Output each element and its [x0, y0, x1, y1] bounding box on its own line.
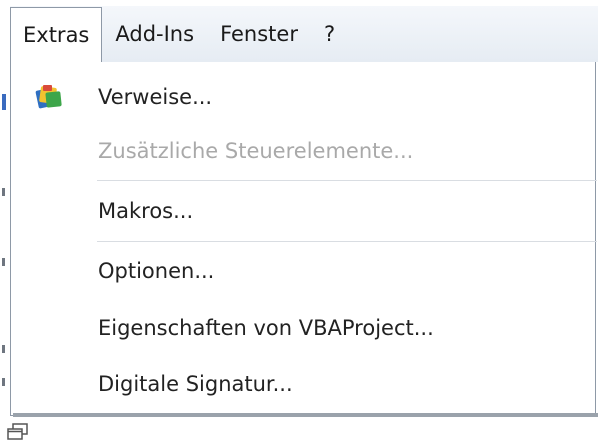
menu-item-makros[interactable]: Makros...	[11, 185, 597, 237]
menu-extras[interactable]: Extras	[10, 6, 103, 63]
menu-item-optionen-label: Optionen...	[98, 259, 215, 283]
menu-add-ins-label: Add-Ins	[115, 22, 195, 46]
menu-help-label: ?	[323, 22, 336, 46]
menu-item-zusaetzliche-steuerelemente: Zusätzliche Steuerelemente...	[11, 125, 597, 177]
menu-bar: Extras Add-Ins Fenster ?	[10, 6, 598, 63]
menu-item-optionen[interactable]: Optionen...	[11, 245, 597, 297]
menu-item-digitale-signatur-label: Digitale Signatur...	[98, 372, 293, 396]
background-window-marker	[2, 378, 5, 386]
menu-separator	[97, 241, 597, 242]
menu-item-eigenschaften-label: Eigenschaften von VBAProject...	[98, 316, 434, 340]
menu-fenster[interactable]: Fenster	[207, 6, 311, 62]
references-icon	[35, 85, 62, 109]
menu-extras-label: Extras	[23, 23, 90, 47]
menu-item-digitale-signatur[interactable]: Digitale Signatur...	[11, 358, 597, 410]
menu-item-eigenschaften[interactable]: Eigenschaften von VBAProject...	[11, 302, 597, 354]
background-window-edge	[0, 0, 10, 418]
menu-item-zusaetzliche-steuerelemente-label: Zusätzliche Steuerelemente...	[98, 139, 414, 163]
menu-item-verweise[interactable]: Verweise...	[11, 71, 597, 123]
background-window-marker	[2, 94, 6, 110]
background-window-marker	[2, 345, 5, 353]
extras-dropdown-menu: Verweise... Zusätzliche Steuerelemente..…	[10, 62, 598, 417]
menu-separator	[97, 180, 597, 181]
menu-fenster-label: Fenster	[220, 22, 298, 46]
restore-window-icon[interactable]	[6, 423, 30, 441]
menu-help[interactable]: ?	[311, 6, 348, 62]
menu-item-verweise-label: Verweise...	[98, 85, 213, 109]
menu-item-makros-label: Makros...	[98, 199, 194, 223]
background-window-marker	[2, 258, 5, 266]
background-window-marker	[2, 188, 5, 196]
menu-add-ins[interactable]: Add-Ins	[102, 6, 207, 62]
